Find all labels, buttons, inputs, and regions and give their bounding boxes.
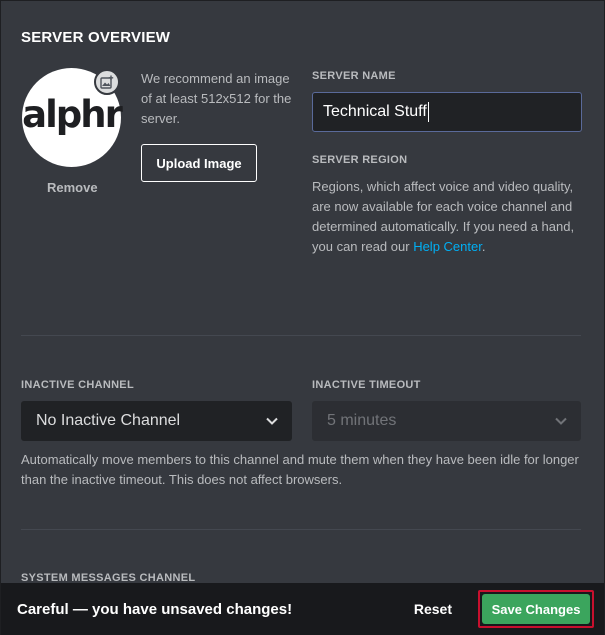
inactive-channel-label: INACTIVE CHANNEL bbox=[21, 379, 134, 391]
server-name-value: Technical Stuff bbox=[323, 103, 427, 120]
server-icon-logo: alphr bbox=[22, 93, 123, 136]
inactive-timeout-value: 5 minutes bbox=[327, 412, 397, 429]
server-region-label: SERVER REGION bbox=[312, 154, 408, 166]
unsaved-changes-message: Careful — you have unsaved changes! bbox=[17, 600, 293, 618]
inactive-timeout-label: INACTIVE TIMEOUT bbox=[312, 379, 421, 391]
remove-icon-link[interactable]: Remove bbox=[47, 180, 98, 195]
page-title: SERVER OVERVIEW bbox=[21, 29, 171, 46]
unsaved-changes-bar: Careful — you have unsaved changes! Rese… bbox=[1, 583, 604, 635]
upload-image-button[interactable]: Upload Image bbox=[141, 144, 257, 182]
save-highlight-outline: Save Changes bbox=[478, 590, 594, 628]
region-text-after: . bbox=[481, 239, 486, 254]
inactive-help-text: Automatically move members to this chann… bbox=[21, 452, 579, 487]
server-name-input[interactable]: Technical Stuff bbox=[312, 92, 582, 132]
chevron-down-icon bbox=[266, 417, 278, 425]
inactive-timeout-select: 5 minutes bbox=[312, 401, 581, 441]
reset-button[interactable]: Reset bbox=[414, 601, 452, 617]
inactive-channel-select[interactable]: No Inactive Channel bbox=[21, 401, 292, 441]
section-divider bbox=[21, 529, 581, 530]
text-caret bbox=[427, 102, 429, 122]
section-divider bbox=[21, 335, 581, 336]
save-changes-button[interactable]: Save Changes bbox=[482, 594, 590, 624]
image-recommendation-text: We recommend an image of at least 512x51… bbox=[141, 71, 292, 126]
inactive-channel-value: No Inactive Channel bbox=[36, 412, 181, 429]
add-image-icon[interactable] bbox=[94, 69, 120, 95]
server-name-label: SERVER NAME bbox=[312, 70, 396, 82]
server-region-description: Regions, which affect voice and video qu… bbox=[312, 177, 587, 257]
chevron-down-icon bbox=[555, 417, 567, 425]
help-center-link[interactable]: Help Center bbox=[413, 239, 482, 254]
